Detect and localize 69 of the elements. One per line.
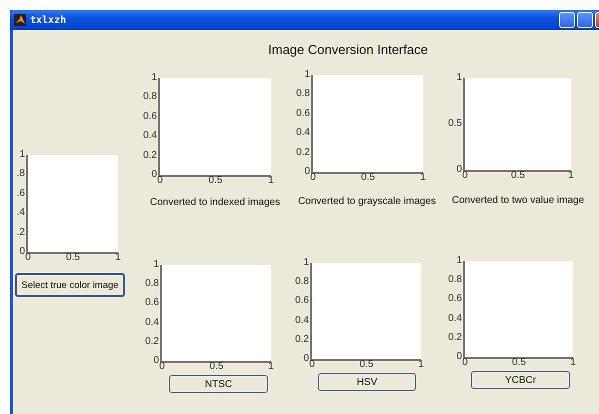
y-tick-label: 0 [456, 352, 462, 362]
y-tick-label: 0 [456, 165, 462, 175]
y-tick-label: 0.6 [295, 296, 309, 306]
y-tick-label: .6 [16, 188, 25, 199]
y-tick-label: 0 [153, 356, 159, 366]
x-tick-label: 1 [570, 358, 576, 368]
y-tick-label: 0.8 [448, 275, 462, 286]
x-tick-label: 1 [115, 253, 121, 263]
x-tick-label: 0.5 [360, 360, 374, 370]
y-tick-label: 1 [303, 258, 309, 268]
y-tick-label: 0.4 [143, 131, 157, 142]
interface-heading: Image Conversion Interface [267, 42, 429, 57]
axes-caption: Converted to indexed images [150, 196, 280, 210]
y-tick-label: 0.8 [145, 279, 159, 290]
y-tick-label: 0.6 [145, 298, 159, 308]
y-tick-label: 0.2 [448, 332, 462, 343]
y-tick-label: 0.8 [295, 277, 309, 288]
x-tick-label: 1 [268, 362, 274, 372]
x-tick-label: 1 [420, 173, 426, 183]
x-tick-label: 0 [310, 173, 316, 183]
y-tick-label: 1 [304, 70, 310, 80]
y-tick-label: 1 [456, 256, 462, 266]
y-tick-label: .8 [16, 169, 25, 180]
y-tick-label: 0 [19, 247, 25, 257]
y-tick-label: .2 [16, 228, 25, 238]
panel-button[interactable]: HSV [318, 373, 416, 391]
x-tick-label: 0 [309, 360, 315, 370]
x-tick-label: 0.5 [512, 358, 526, 368]
axes-caption: Converted to grayscale images [297, 195, 437, 209]
x-tick-label: 0.5 [511, 171, 525, 181]
y-tick-label: 0.8 [143, 92, 157, 102]
y-tick-label: 1 [19, 150, 25, 160]
axes-caption: Converted to two value image [450, 194, 586, 208]
x-tick-label: 1 [418, 360, 424, 370]
y-tick-label: 0.2 [143, 150, 157, 161]
y-tick-label: 0.8 [296, 89, 310, 100]
y-tick-label: .4 [16, 208, 25, 218]
panel-button[interactable]: NTSC [169, 375, 268, 393]
y-tick-label: 0 [303, 354, 309, 364]
y-tick-label: 1 [151, 73, 157, 83]
y-tick-label: 0.2 [145, 336, 159, 347]
x-tick-label: 0 [25, 253, 31, 263]
y-tick-label: 0.6 [296, 108, 310, 119]
x-tick-label: 0.5 [361, 173, 375, 183]
panel-button[interactable]: Select true color image [15, 273, 125, 297]
x-tick-label: 0.5 [210, 362, 224, 372]
y-tick-label: 1 [153, 260, 159, 270]
y-tick-label: 0.5 [448, 119, 462, 129]
x-tick-label: 1 [268, 176, 274, 186]
y-tick-label: 0.4 [448, 314, 462, 324]
x-tick-label: 0 [157, 176, 163, 186]
y-tick-label: 1 [456, 73, 462, 83]
y-tick-label: 0.2 [295, 334, 309, 345]
y-tick-label: 0 [151, 170, 157, 180]
y-tick-label: 0.4 [295, 316, 309, 326]
x-tick-label: 0 [462, 171, 468, 181]
x-tick-label: 0 [159, 362, 165, 372]
y-tick-label: 0.2 [296, 148, 310, 158]
panel-button[interactable]: YCBCr [471, 371, 570, 389]
y-tick-label: 0.6 [143, 112, 157, 122]
y-tick-label: 0.6 [448, 294, 462, 304]
y-tick-label: 0.4 [145, 318, 159, 328]
y-tick-label: 0 [304, 167, 310, 177]
x-tick-label: 0 [462, 358, 468, 368]
x-tick-label: 0.5 [66, 253, 80, 263]
x-tick-label: 1 [568, 171, 574, 181]
window-title: txlxzh [30, 14, 66, 26]
y-tick-label: 0.4 [296, 128, 310, 138]
x-tick-label: 0.5 [208, 176, 222, 186]
